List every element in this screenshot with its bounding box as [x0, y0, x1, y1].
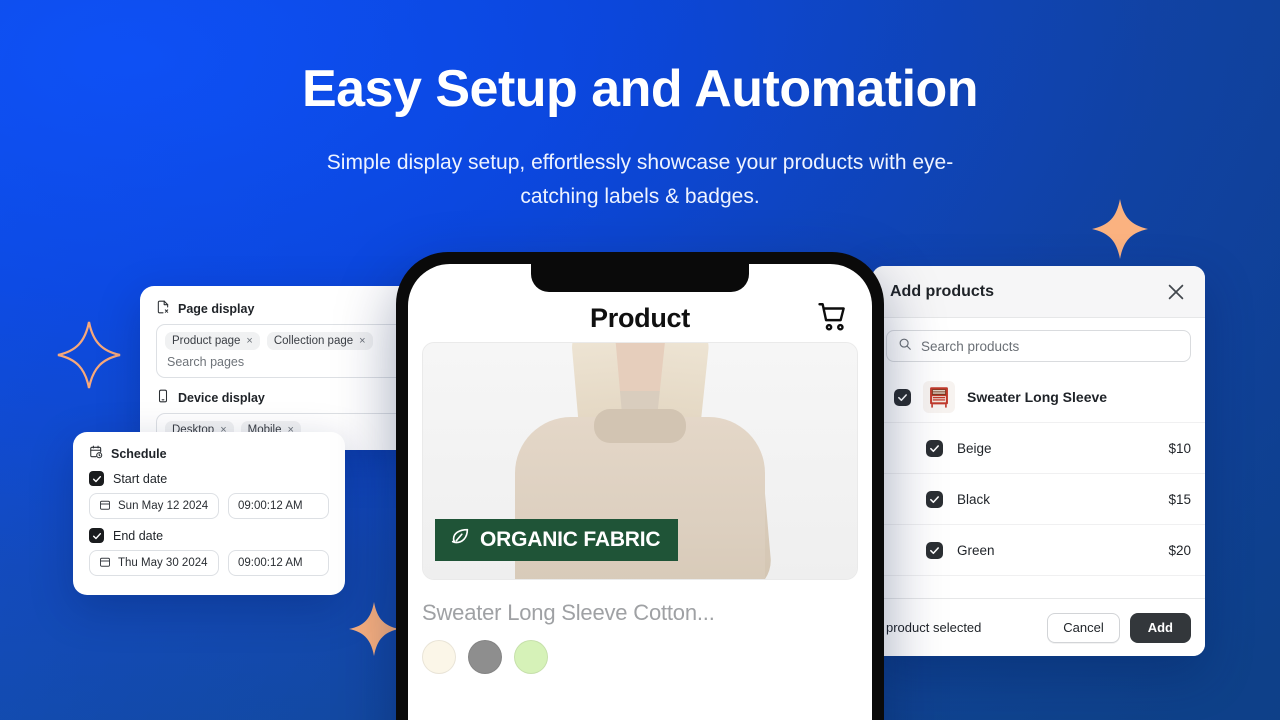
search-products-input[interactable]: Search products [886, 330, 1191, 362]
list-item-product[interactable]: Sweater Long Sleeve [872, 372, 1205, 423]
cancel-button[interactable]: Cancel [1047, 612, 1120, 643]
chip-product-page[interactable]: Product page × [165, 332, 260, 350]
variant-checkbox[interactable] [926, 439, 943, 457]
end-time-input[interactable]: 09:00:12 AM [228, 550, 329, 576]
phone-mockup: Product ORGANIC FABRIC Sweater Long Slee… [396, 252, 884, 720]
variant-price: $15 [1168, 491, 1191, 507]
start-time-value: 09:00:12 AM [238, 500, 303, 512]
schedule-card: Schedule Start date Sun May 12 2024 09:0… [73, 432, 345, 595]
page-display-label: Page display [178, 301, 255, 316]
swatch-light-green[interactable] [514, 640, 548, 674]
page-subtitle: Simple display setup, effortlessly showc… [326, 151, 954, 209]
phone-notch [531, 264, 749, 292]
organic-fabric-badge: ORGANIC FABRIC [435, 519, 679, 561]
start-date-checkbox-row[interactable]: Start date [89, 471, 329, 486]
product-title: Sweater Long Sleeve Cotton... [422, 600, 715, 625]
end-date-row: Thu May 30 2024 09:00:12 AM [89, 550, 329, 576]
end-date-checkbox[interactable] [89, 528, 104, 543]
end-time-value: 09:00:12 AM [238, 557, 303, 569]
close-icon[interactable] [1165, 281, 1187, 303]
swatch-gray[interactable] [468, 640, 502, 674]
calendar-icon [99, 499, 111, 514]
search-placeholder: Search products [921, 338, 1020, 354]
start-time-input[interactable]: 09:00:12 AM [228, 493, 329, 519]
sparkle-filled-icon-2 [348, 601, 400, 657]
product-image: ORGANIC FABRIC [422, 342, 858, 580]
variant-price: $10 [1168, 440, 1191, 456]
variant-name: Beige [957, 440, 992, 456]
variant-checkbox[interactable] [926, 541, 943, 559]
end-date-checkbox-row[interactable]: End date [89, 528, 329, 543]
chip-label: Collection page [273, 335, 354, 347]
page-title: Easy Setup and Automation [301, 60, 979, 118]
badge-text: ORGANIC FABRIC [480, 528, 661, 551]
product-checkbox[interactable] [894, 388, 911, 406]
calendar-clock-icon [89, 445, 103, 462]
sparkle-filled-icon [1091, 198, 1149, 260]
start-date-row: Sun May 12 2024 09:00:12 AM [89, 493, 329, 519]
search-icon [898, 337, 912, 356]
calendar-icon [99, 556, 111, 571]
variant-checkbox[interactable] [926, 490, 943, 508]
color-swatches[interactable] [422, 640, 872, 674]
end-date-value: Thu May 30 2024 [118, 557, 208, 569]
modal-header: Add products [872, 266, 1205, 318]
chip-label: Product page [172, 335, 241, 347]
search-pages-input[interactable]: Search pages [165, 355, 433, 369]
shopping-cart-icon[interactable] [816, 300, 850, 334]
device-display-label: Device display [178, 390, 265, 405]
chip-remove-icon[interactable]: × [246, 335, 252, 347]
end-date-label: End date [113, 528, 164, 543]
variant-name: Green [957, 542, 995, 558]
modal-title: Add products [890, 282, 994, 300]
chip-remove-icon[interactable]: × [359, 335, 365, 347]
end-date-input[interactable]: Thu May 30 2024 [89, 550, 219, 576]
schedule-label: Schedule [111, 446, 167, 461]
mobile-icon [156, 389, 170, 406]
start-date-input[interactable]: Sun May 12 2024 [89, 493, 219, 519]
phone-page-title: Product [590, 303, 690, 333]
product-list: Sweater Long Sleeve Beige $10 Black $15 … [872, 372, 1205, 598]
sparkle-outline-icon [56, 320, 122, 390]
add-products-modal: Add products Search products Sweater Lon… [872, 266, 1205, 656]
schedule-heading: Schedule [89, 445, 329, 462]
swatch-cream[interactable] [422, 640, 456, 674]
leaf-icon [449, 526, 471, 554]
cabinet-thumbnail [923, 381, 955, 413]
page-icon [156, 300, 170, 317]
phone-screen: Product ORGANIC FABRIC Sweater Long Slee… [408, 264, 872, 720]
start-date-label: Start date [113, 471, 168, 486]
list-item-variant[interactable]: Beige $10 [872, 423, 1205, 474]
selection-count: product selected [886, 620, 982, 635]
product-name: Sweater Long Sleeve [967, 389, 1108, 405]
footer-buttons: Cancel Add [1047, 612, 1191, 643]
chip-collection-page[interactable]: Collection page × [266, 332, 373, 350]
start-date-value: Sun May 12 2024 [118, 500, 209, 512]
add-button[interactable]: Add [1129, 612, 1191, 643]
variant-price: $20 [1168, 542, 1191, 558]
modal-search-wrap: Search products [872, 318, 1205, 372]
list-item-variant[interactable]: Green $20 [872, 525, 1205, 576]
list-item-variant[interactable]: Black $15 [872, 474, 1205, 525]
variant-name: Black [957, 491, 991, 507]
start-date-checkbox[interactable] [89, 471, 104, 486]
page-chips: Product page × Collection page × [165, 332, 433, 350]
modal-footer: product selected Cancel Add [872, 598, 1205, 656]
